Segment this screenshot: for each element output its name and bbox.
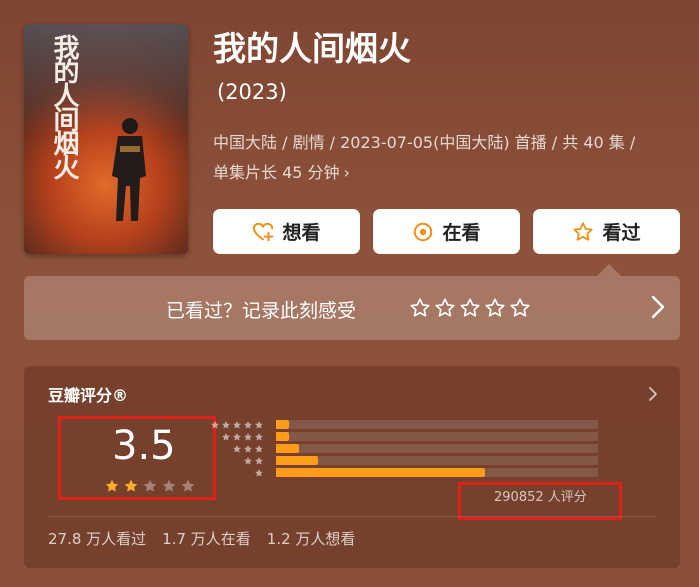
- firefighter-figure: [112, 118, 146, 221]
- star-small-icon: [255, 469, 263, 477]
- poster-credits: [134, 44, 180, 104]
- star-outline-icon[interactable]: [484, 297, 506, 319]
- star-empty-icon: [162, 479, 176, 492]
- distribution-bar: [276, 420, 289, 429]
- chevron-right-icon: ›: [343, 163, 350, 182]
- movie-meta[interactable]: 中国大陆 / 剧情 / 2023-07-05(中国大陆) 首播 / 共 40 集…: [213, 128, 683, 188]
- distribution-bar-track: [276, 456, 598, 465]
- star-small-icon: [222, 433, 230, 441]
- rating-count: 290852 人评分: [494, 490, 587, 505]
- record-star-rating[interactable]: [409, 297, 531, 319]
- score-stars: [104, 478, 196, 494]
- distribution-bar: [276, 432, 289, 441]
- distribution-bar: [276, 456, 318, 465]
- target-icon: [414, 222, 433, 241]
- star-small-icon: [255, 433, 263, 441]
- meta-duration: 单集片长 45 分钟: [213, 163, 340, 182]
- star-small-icon: [222, 421, 230, 429]
- star-empty-icon: [181, 479, 195, 492]
- chevron-right-icon[interactable]: [650, 294, 666, 320]
- star-small-icon: [255, 445, 263, 453]
- star-small-icon: [233, 421, 241, 429]
- distribution-row-stars: [254, 468, 264, 480]
- distribution-row-stars: [232, 444, 264, 456]
- chevron-right-icon[interactable]: [648, 386, 658, 402]
- distribution-bar-track: [276, 432, 598, 441]
- star-small-icon: [244, 457, 252, 465]
- distribution-bar: [276, 444, 299, 453]
- watching-label: 在看: [442, 222, 481, 244]
- watching-button[interactable]: 在看: [373, 209, 520, 254]
- meta-line-1: 中国大陆 / 剧情 / 2023-07-05(中国大陆) 首播 / 共 40 集…: [213, 133, 636, 152]
- meta-line-2: 单集片长 45 分钟 ›: [213, 158, 683, 188]
- page-title: 我的人间烟火: [213, 29, 411, 68]
- heart-plus-icon: [253, 222, 274, 241]
- star-outline-icon: [573, 221, 594, 241]
- callout-pointer: [597, 264, 621, 276]
- want-count[interactable]: 1.2 万人想看: [267, 528, 356, 549]
- star-filled-icon: [105, 479, 119, 492]
- divider: [48, 516, 656, 517]
- star-outline-icon[interactable]: [434, 297, 456, 319]
- douban-rating-card[interactable]: 豆瓣评分® 3.5 290852 人评分 27.8 万人看过 1.7 万人在看 …: [24, 366, 680, 568]
- record-prompt: 已看过？记录此刻感受: [166, 300, 357, 322]
- star-small-icon: [211, 421, 219, 429]
- star-small-icon: [244, 433, 252, 441]
- star-outline-icon[interactable]: [509, 297, 531, 319]
- watched-button[interactable]: 看过: [533, 209, 680, 254]
- distribution-row-stars: [243, 456, 264, 468]
- distribution-row-stars: [210, 420, 264, 432]
- star-small-icon: [255, 457, 263, 465]
- watched-label: 看过: [602, 222, 641, 244]
- star-small-icon: [255, 421, 263, 429]
- distribution-bar-track: [276, 444, 598, 453]
- poster-title-art: 我的人间烟火: [49, 34, 79, 178]
- viewer-stats: 27.8 万人看过 1.7 万人在看 1.2 万人想看: [48, 528, 355, 549]
- distribution-bar-track: [276, 420, 598, 429]
- record-feeling-bar[interactable]: 已看过？记录此刻感受: [24, 276, 680, 340]
- star-small-icon: [244, 445, 252, 453]
- release-year: (2023): [217, 80, 287, 104]
- want-to-watch-button[interactable]: 想看: [213, 209, 360, 254]
- star-outline-icon[interactable]: [409, 297, 431, 319]
- star-small-icon: [233, 445, 241, 453]
- star-outline-icon[interactable]: [459, 297, 481, 319]
- distribution-bar-track: [276, 468, 598, 477]
- distribution-bar: [276, 468, 485, 477]
- want-to-watch-label: 想看: [282, 222, 321, 244]
- watched-count[interactable]: 27.8 万人看过: [48, 528, 146, 549]
- star-small-icon: [233, 433, 241, 441]
- rating-header: 豆瓣评分®: [48, 386, 129, 405]
- rating-score: 3.5: [112, 423, 176, 469]
- star-small-icon: [244, 421, 252, 429]
- poster-image[interactable]: 我的人间烟火: [24, 24, 188, 254]
- distribution-row-stars: [221, 432, 264, 444]
- star-filled-icon: [124, 479, 138, 492]
- star-empty-icon: [143, 479, 157, 492]
- watching-count[interactable]: 1.7 万人在看: [162, 528, 251, 549]
